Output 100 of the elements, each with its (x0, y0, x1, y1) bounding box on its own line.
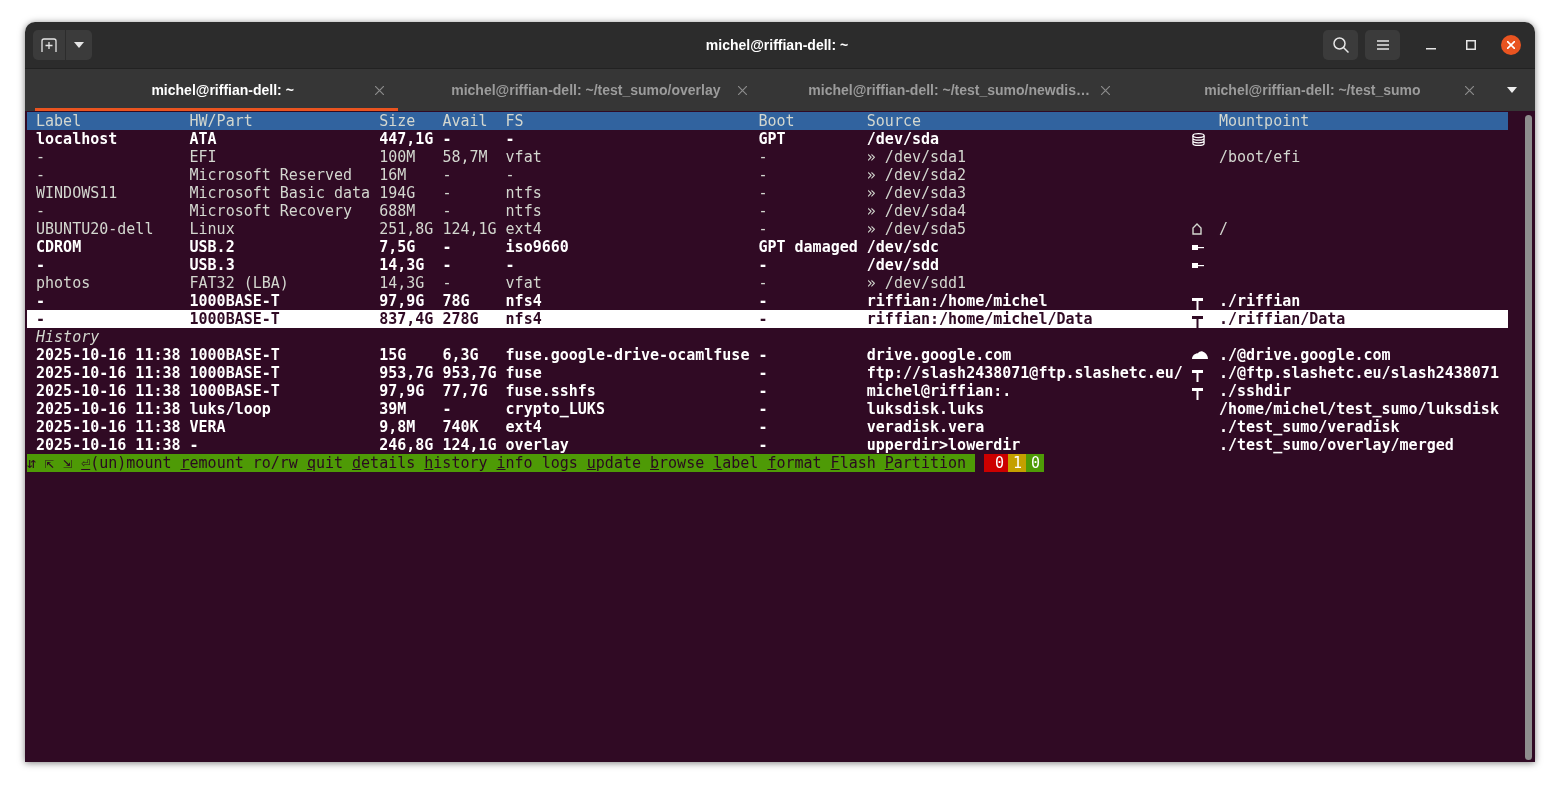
table-cell-text: veradisk.vera (866, 418, 986, 436)
new-tab-button[interactable] (33, 30, 66, 60)
command-hint: Partition (884, 454, 967, 472)
tab-close-button[interactable] (735, 83, 750, 97)
close-icon (1101, 85, 1111, 95)
tab[interactable]: michel@riffian-dell: ~/test_sumo/overlay (398, 69, 762, 111)
table-cell-text: ./@ftp.slashetc.eu/slash2438071 (1218, 364, 1500, 382)
tab-close-button[interactable] (1098, 83, 1113, 97)
table-row[interactable]: - 1000BASE-T 837,4G 278G nfs4 - riffian:/home/michel/Data ./riffian/Data (27, 310, 1509, 328)
menu-button[interactable] (1365, 30, 1400, 60)
table-row[interactable]: 2025-10-16 11:38 VERA 9,8M 740K ext4 - veradisk.vera ./test_sumo/veradisk (27, 418, 1509, 436)
close-icon (738, 85, 747, 95)
table-cell-text: fuse.google-drive-ocamlfuse (505, 346, 751, 364)
table-cell-text: /dev/sda (866, 130, 941, 148)
table-cell-text: - (36, 148, 47, 166)
table-row[interactable]: - Microsoft Recovery 688M - ntfs - » /dev/sda4 (27, 202, 1509, 220)
table-cell-text: / (1218, 220, 1229, 238)
close-icon (374, 85, 384, 95)
tab-close-button[interactable] (1462, 83, 1476, 97)
table-cell-text: 2025-10-16 11:38 (36, 346, 182, 364)
table-cell-text: CDROM (36, 238, 83, 256)
table-row[interactable]: 2025-10-16 11:38 1000BASE-T 15G 6,3G fuse.google-drive-ocamlfuse - drive.google.com ./@drive.google.com (27, 346, 1509, 364)
tab[interactable]: michel@riffian-dell: ~/test_sumo/newdis… (761, 69, 1125, 111)
table-cell-text: 2025-10-16 11:38 (36, 382, 182, 400)
table-cell-text: 1000BASE-T (189, 364, 281, 382)
table-cell-text: 78G (442, 292, 471, 310)
tab-close-button[interactable] (372, 83, 387, 97)
minimize-icon (1426, 48, 1436, 50)
close-button[interactable] (1501, 35, 1521, 55)
table-cell-text: 953,7G (442, 364, 498, 382)
table-cell-text: GPT (758, 130, 787, 148)
table-cell-text: - (442, 256, 453, 274)
table-cell-text: michel@riffian:. (866, 382, 1013, 400)
table-row[interactable]: 2025-10-16 11:38 1000BASE-T 953,7G 953,7G fuse - ftp://slash2438071@ftp.slashetc.eu/ ./@ftp.slashetc.eu/slash2438071 (27, 364, 1509, 382)
column-header: Source (866, 112, 922, 130)
table-cell-text: » /dev/sda1 (866, 148, 968, 166)
table-cell-text: 14,3G (379, 256, 426, 274)
cloud-icon (1191, 351, 1208, 359)
table-cell-text: fuse.sshfs (505, 382, 597, 400)
table-cell-text: 7,5G (379, 238, 417, 256)
table-cell-text: - (189, 436, 200, 454)
table-cell-text: - (442, 238, 453, 256)
table-row[interactable]: WINDOWS11 Microsoft Basic data 194G - ntfs - » /dev/sda3 (27, 184, 1509, 202)
table-cell-text: ./@drive.google.com (1218, 346, 1392, 364)
table-cell-text: » /dev/sda2 (866, 166, 968, 184)
table-cell-text: upperdir>lowerdir (866, 436, 1022, 454)
tab[interactable]: michel@riffian-dell: ~/test_sumo (1124, 69, 1488, 111)
command-hint: format (767, 454, 822, 472)
table-cell-text: nfs4 (505, 292, 543, 310)
network-icon (1191, 316, 1203, 328)
command-hint: ⏎(un)mount (81, 454, 172, 472)
command-hint: details (352, 454, 416, 472)
table-cell-text: - (442, 130, 453, 148)
table-row[interactable]: localhost ATA 447,1G - - GPT /dev/sda (27, 130, 1509, 148)
table-row[interactable]: - Microsoft Reserved 16M - - - » /dev/sda2 (27, 166, 1509, 184)
table-row[interactable]: CDROM USB.2 7,5G - iso9660 GPT damaged /dev/sdc (27, 238, 1509, 256)
table-cell-text: - (758, 364, 769, 382)
table-cell-text: 97,9G (379, 292, 426, 310)
table-cell-text: 6,3G (442, 346, 480, 364)
table-cell-text: 124,1G (442, 436, 498, 454)
table-cell-text: - (758, 418, 769, 436)
table-cell-text: luksdisk.luks (866, 400, 986, 418)
new-tab-menu-button[interactable] (66, 30, 92, 60)
column-header: Label (36, 112, 83, 130)
table-cell-text: 97,9G (379, 382, 426, 400)
table-cell-text: 2025-10-16 11:38 (36, 418, 182, 436)
table-row[interactable]: UBUNTU20-dell Linux 251,8G 124,1G ext4 - » /dev/sda5 / (27, 220, 1509, 238)
table-cell-text: 15G (379, 346, 408, 364)
table-cell-text: ./sshdir (1218, 382, 1293, 400)
network-icon (1191, 298, 1203, 310)
table-cell-text: FAT32 (LBA) (189, 274, 290, 292)
table-cell-text: » /dev/sda5 (866, 220, 968, 238)
table-row[interactable]: 2025-10-16 11:38 luks/loop 39M - crypto_LUKS - luksdisk.luks /home/michel/test_sumo/luksdisk (27, 400, 1509, 418)
search-button[interactable] (1323, 30, 1358, 60)
column-header: Boot (758, 112, 796, 130)
table-cell-text: - (758, 400, 769, 418)
table-cell-text: /boot/efi (1218, 148, 1302, 166)
table-row[interactable]: - EFI 100M 58,7M vfat - » /dev/sda1 /boot/efi (27, 148, 1509, 166)
table-cell-text: - (36, 292, 47, 310)
table-cell-text: 9,8M (379, 418, 417, 436)
table-cell-text: - (758, 184, 769, 202)
table-cell-text: photos (36, 274, 92, 292)
table-cell-text: - (442, 166, 453, 184)
table-cell-text: UBUNTU20-dell (36, 220, 155, 238)
tab-plus-icon (41, 38, 57, 52)
table-cell-text: - (758, 346, 769, 364)
table-cell-text: ./test_sumo/overlay/merged (1218, 436, 1455, 454)
table-cell-text: 14,3G (379, 274, 426, 292)
table-row[interactable]: 2025-10-16 11:38 1000BASE-T 97,9G 77,7G fuse.sshfs - michel@riffian:. ./sshdir (27, 382, 1509, 400)
table-cell-text: - (36, 202, 47, 220)
table-cell-text: ext4 (505, 220, 543, 238)
table-cell-text: Microsoft Basic data (189, 184, 372, 202)
table-cell-text: - (505, 130, 516, 148)
table-row[interactable]: - 1000BASE-T 97,9G 78G nfs4 - riffian:/home/michel ./riffian (27, 292, 1509, 310)
table-cell-text: GPT damaged (758, 238, 859, 256)
table-cell-text: 2025-10-16 11:38 (36, 364, 182, 382)
table-row[interactable]: 2025-10-16 11:38 - 246,8G 124,1G overlay - upperdir>lowerdir ./test_sumo/overlay/merged (27, 436, 1509, 454)
table-row[interactable]: - USB.3 14,3G - - - /dev/sdd (27, 256, 1509, 274)
column-header: HW/Part (189, 112, 254, 130)
table-row[interactable]: photos FAT32 (LBA) 14,3G - vfat - » /dev/sdd1 (27, 274, 1509, 292)
